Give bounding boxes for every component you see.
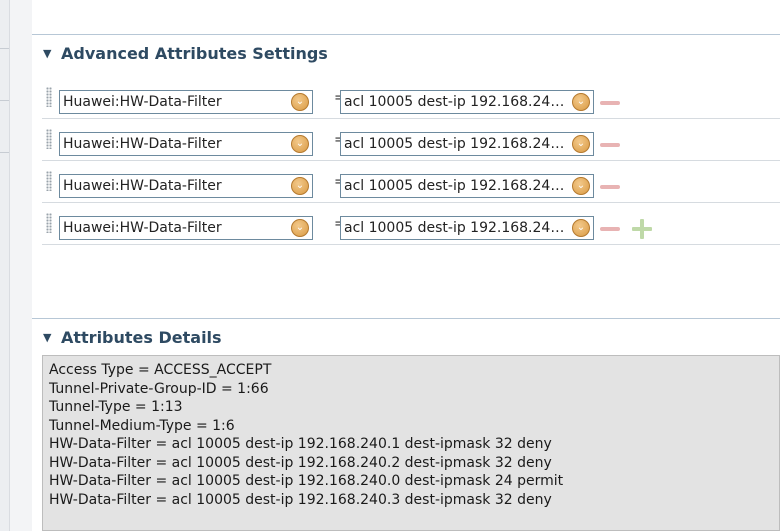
chevron-down-icon[interactable]: ⌄	[291, 177, 309, 195]
chevron-down-icon[interactable]: ⌄	[291, 135, 309, 153]
nav-divider	[0, 48, 9, 49]
attribute-value-select[interactable]: acl 10005 dest-ip 192.168.240.1 dest-ipm…	[340, 90, 594, 114]
section-divider	[32, 318, 780, 319]
remove-row-minus-icon[interactable]	[600, 185, 620, 189]
attribute-value-select[interactable]: acl 10005 dest-ip 192.168.240.0 dest-ipm…	[340, 174, 594, 198]
triangle-down-icon[interactable]: ▼	[43, 47, 61, 60]
details-line: HW-Data-Filter = acl 10005 dest-ip 192.1…	[49, 491, 552, 508]
details-line: HW-Data-Filter = acl 10005 dest-ip 192.1…	[49, 436, 552, 452]
attribute-name-select[interactable]: Huawei:HW-Data-Filter ⌄	[59, 90, 313, 114]
attributes-details-box: Access Type = ACCESS_ACCEPT Tunnel-Priva…	[42, 355, 780, 531]
attribute-name-select[interactable]: Huawei:HW-Data-Filter ⌄	[59, 174, 313, 198]
chevron-down-icon[interactable]: ⌄	[572, 93, 590, 111]
chevron-down-icon[interactable]: ⌄	[291, 93, 309, 111]
attributes-details-header[interactable]: ▼ Attributes Details	[43, 328, 222, 347]
triangle-down-icon[interactable]: ▼	[43, 331, 61, 344]
section-divider	[32, 34, 780, 35]
authorization-profile-panel: ▼ Advanced Attributes Settings Huawei:HW…	[32, 0, 780, 531]
attribute-name-select[interactable]: Huawei:HW-Data-Filter ⌄	[59, 216, 313, 240]
left-nav-rail	[0, 0, 10, 531]
attribute-value-select[interactable]: acl 10005 dest-ip 192.168.240.2 dest-ipm…	[340, 132, 594, 156]
chevron-down-icon[interactable]: ⌄	[291, 219, 309, 237]
drag-handle-icon[interactable]	[46, 87, 52, 107]
add-row-plus-icon[interactable]	[632, 219, 652, 239]
nav-divider	[0, 100, 9, 101]
advanced-attributes-header[interactable]: ▼ Advanced Attributes Settings	[43, 44, 328, 63]
details-line: Tunnel-Private-Group-ID = 1:66	[49, 380, 269, 397]
remove-row-minus-icon[interactable]	[600, 101, 620, 105]
chevron-down-icon[interactable]: ⌄	[572, 135, 590, 153]
remove-row-minus-icon[interactable]	[600, 143, 620, 147]
drag-handle-icon[interactable]	[46, 171, 52, 191]
nav-divider	[0, 152, 9, 153]
details-line: Tunnel-Medium-Type = 1:6	[49, 417, 235, 434]
advanced-attributes-title: Advanced Attributes Settings	[61, 44, 328, 63]
details-line: Tunnel-Type = 1:13	[49, 399, 183, 415]
attribute-row: Huawei:HW-Data-Filter ⌄ = acl 10005 dest…	[42, 202, 780, 245]
details-line: Access Type = ACCESS_ACCEPT	[49, 362, 272, 378]
details-line: HW-Data-Filter = acl 10005 dest-ip 192.1…	[49, 454, 552, 471]
attribute-row: Huawei:HW-Data-Filter ⌄ = acl 10005 dest…	[42, 160, 780, 203]
attribute-row: Huawei:HW-Data-Filter ⌄ = acl 10005 dest…	[42, 76, 780, 119]
attributes-details-title: Attributes Details	[61, 328, 222, 347]
attribute-row: Huawei:HW-Data-Filter ⌄ = acl 10005 dest…	[42, 118, 780, 161]
attribute-name-select[interactable]: Huawei:HW-Data-Filter ⌄	[59, 132, 313, 156]
chevron-down-icon[interactable]: ⌄	[572, 177, 590, 195]
remove-row-minus-icon[interactable]	[600, 227, 620, 231]
drag-handle-icon[interactable]	[46, 129, 52, 149]
drag-handle-icon[interactable]	[46, 213, 52, 233]
chevron-down-icon[interactable]: ⌄	[572, 219, 590, 237]
details-line: HW-Data-Filter = acl 10005 dest-ip 192.1…	[49, 473, 564, 489]
attribute-value-select[interactable]: acl 10005 dest-ip 192.168.240.3 dest-ipm…	[340, 216, 594, 240]
